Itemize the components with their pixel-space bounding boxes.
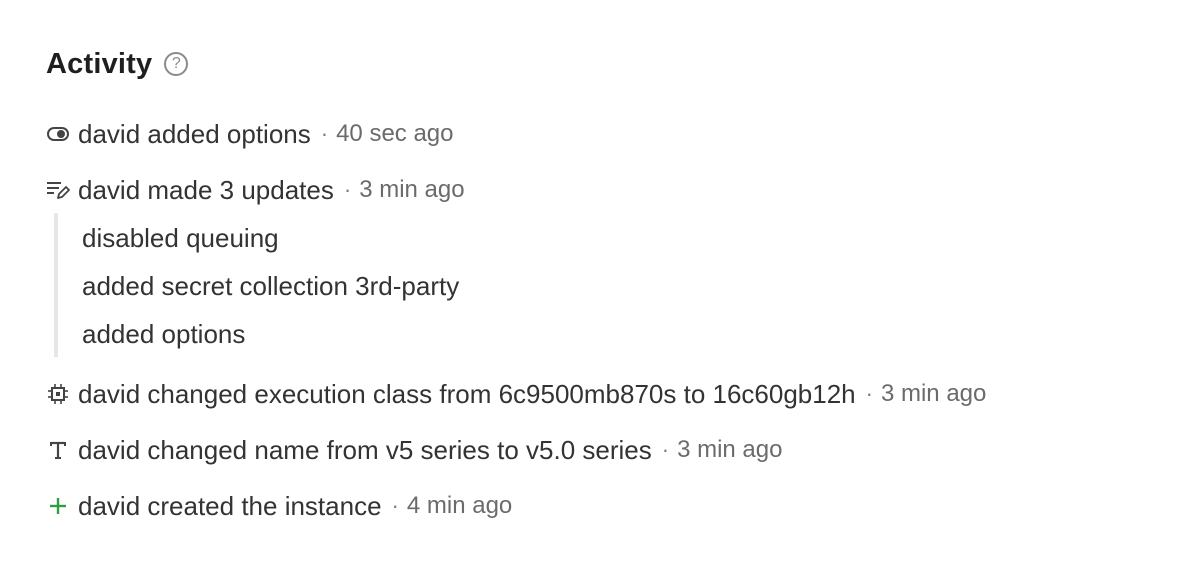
timestamp: 3 min ago (359, 176, 465, 203)
activity-title: Activity (46, 47, 153, 80)
update-detail-item: added options (82, 318, 246, 349)
activity-panel: Activity ? david added options · 40 sec … (0, 0, 1200, 572)
timestamp: 40 sec ago (336, 120, 454, 147)
text-type-icon (46, 438, 70, 462)
update-detail-item: disabled queuing (82, 222, 279, 253)
update-detail-item: added secret collection 3rd-party (82, 270, 460, 301)
activity-text: david changed name from v5 series to v5.… (78, 434, 652, 465)
separator: · (391, 493, 399, 518)
plus-icon (46, 494, 70, 518)
activity-item: david made 3 updates · 3 min ago (46, 173, 465, 207)
question-circle-icon[interactable]: ? (164, 52, 189, 76)
activity-item: david added options · 40 sec ago (46, 117, 454, 151)
timestamp: 3 min ago (880, 380, 987, 407)
cpu-chip-icon (46, 382, 70, 406)
toggle-icon (46, 122, 70, 146)
separator: · (661, 437, 670, 462)
activity-text: david added options (78, 118, 311, 149)
list-edit-icon (46, 178, 70, 202)
activity-header: Activity ? (46, 44, 189, 84)
timestamp: 3 min ago (677, 436, 783, 463)
separator: · (343, 177, 352, 202)
activity-text: david created the instance (78, 490, 382, 521)
update-details: disabled queuing added secret collection… (54, 213, 654, 357)
activity-item: david changed name from v5 series to v5.… (46, 433, 782, 467)
activity-text: david changed execution class from 6c950… (78, 378, 856, 409)
separator: · (865, 381, 873, 406)
separator: · (320, 121, 329, 146)
timestamp: 4 min ago (406, 492, 513, 519)
activity-item: david created the instance · 4 min ago (46, 489, 512, 523)
activity-item: david changed execution class from 6c950… (46, 377, 986, 411)
activity-text: david made 3 updates (78, 174, 334, 205)
